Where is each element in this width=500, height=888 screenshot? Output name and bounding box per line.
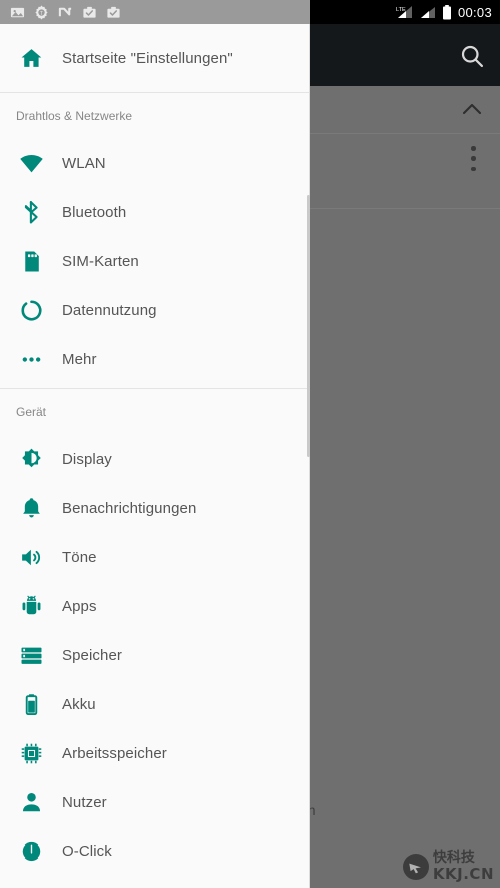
sidebar-item-datennutzung[interactable]: Datennutzung bbox=[0, 286, 310, 335]
sim-card-icon bbox=[0, 249, 62, 274]
sidebar-item-mehr[interactable]: Mehr bbox=[0, 335, 310, 384]
work-badge-icon bbox=[106, 5, 121, 20]
brightness-icon bbox=[0, 447, 62, 472]
sidebar-item-label: Töne bbox=[62, 549, 97, 566]
sidebar-item-display[interactable]: Display bbox=[0, 435, 310, 484]
sidebar-item-label: Akku bbox=[62, 696, 96, 713]
watermark-text: 快科技 KKJ.CN bbox=[433, 851, 494, 882]
sidebar-item-label: SIM-Karten bbox=[62, 253, 139, 270]
drawer-header-home[interactable]: Startseite "Einstellungen" bbox=[0, 24, 310, 93]
sidebar-item-label: Arbeitsspeicher bbox=[62, 745, 167, 762]
storage-icon bbox=[0, 643, 62, 668]
watermark-cn: KKJ.CN bbox=[432, 865, 494, 883]
section-header-wireless: Drahtlos & Netzwerke bbox=[16, 109, 133, 123]
sidebar-item-label: Datennutzung bbox=[62, 302, 157, 319]
bluetooth-icon bbox=[0, 200, 62, 225]
section-header-device: Gerät bbox=[16, 405, 47, 419]
bell-icon bbox=[0, 496, 62, 521]
sidebar-item-apps[interactable]: Apps bbox=[0, 582, 310, 631]
home-icon bbox=[0, 46, 62, 71]
drawer-header-label: Startseite "Einstellungen" bbox=[62, 49, 233, 67]
drawer-status-bar: T bbox=[0, 0, 310, 24]
sidebar-item-arbeitsspeicher[interactable]: Arbeitsspeicher bbox=[0, 729, 310, 778]
overflow-dot bbox=[471, 146, 476, 151]
search-icon[interactable] bbox=[458, 42, 486, 70]
android-icon bbox=[0, 594, 62, 619]
more-vert-icon[interactable] bbox=[471, 146, 476, 171]
watermark-zh: 快科技 bbox=[432, 850, 475, 866]
signal-icon bbox=[420, 6, 436, 19]
sidebar-item-toene[interactable]: Töne bbox=[0, 533, 310, 582]
phone-screen: LTE 00:03 T Startseite "Einstellungen" D… bbox=[0, 0, 500, 888]
sidebar-item-nutzer[interactable]: Nutzer bbox=[0, 778, 310, 827]
sidebar-item-wlan[interactable]: WLAN bbox=[0, 139, 310, 188]
n-logo-icon bbox=[58, 5, 73, 20]
sidebar-item-speicher[interactable]: Speicher bbox=[0, 631, 310, 680]
data-usage-icon bbox=[0, 298, 62, 323]
settings-gear-icon: T bbox=[34, 4, 49, 20]
sidebar-item-label: Display bbox=[62, 451, 112, 468]
sidebar-item-label: WLAN bbox=[62, 155, 106, 172]
drawer-scrollbar[interactable] bbox=[307, 195, 310, 457]
more-horiz-icon bbox=[0, 347, 62, 372]
image-icon bbox=[10, 5, 25, 20]
sidebar-item-label: Mehr bbox=[62, 351, 97, 368]
lte-signal-icon: LTE bbox=[396, 5, 414, 19]
chevron-up-icon[interactable] bbox=[458, 100, 486, 118]
sidebar-item-label: O-Click bbox=[62, 843, 112, 860]
memory-chip-icon bbox=[0, 741, 62, 766]
overflow-dot bbox=[471, 166, 476, 171]
status-bar-clock: 00:03 bbox=[457, 4, 492, 20]
wifi-icon bbox=[0, 151, 62, 176]
sidebar-item-sim-karten[interactable]: SIM-Karten bbox=[0, 237, 310, 286]
volume-icon bbox=[0, 545, 62, 570]
sidebar-item-label: Nutzer bbox=[62, 794, 107, 811]
sidebar-item-o-click[interactable]: O-Click bbox=[0, 827, 310, 876]
overflow-dot bbox=[471, 156, 476, 161]
sidebar-item-label: Speicher bbox=[62, 647, 123, 664]
sidebar-item-akku[interactable]: Akku bbox=[0, 680, 310, 729]
work-badge-icon bbox=[82, 5, 97, 20]
navigation-drawer: T Startseite "Einstellungen" Drahtlos & … bbox=[0, 0, 310, 888]
sidebar-item-label: Bluetooth bbox=[62, 204, 127, 221]
sidebar-item-benachrichtigungen[interactable]: Benachrichtigungen bbox=[0, 484, 310, 533]
battery-icon bbox=[442, 4, 452, 20]
svg-text:LTE: LTE bbox=[396, 7, 406, 13]
watermark: 快科技 KKJ.CN bbox=[402, 851, 494, 882]
watermark-logo-icon bbox=[402, 853, 429, 880]
sidebar-item-bluetooth[interactable]: Bluetooth bbox=[0, 188, 310, 237]
sidebar-item-label: Benachrichtigungen bbox=[62, 500, 197, 517]
o-click-icon bbox=[0, 839, 62, 864]
sidebar-item-label: Apps bbox=[62, 598, 97, 615]
battery-icon bbox=[0, 692, 62, 717]
person-icon bbox=[0, 790, 62, 815]
